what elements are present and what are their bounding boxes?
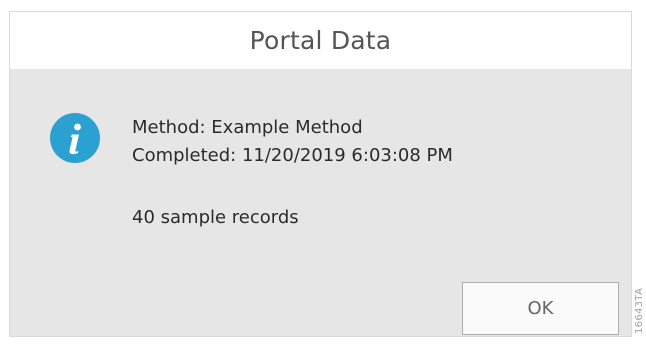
completed-line: Completed: 11/20/2019 6:03:08 PM [132, 145, 453, 166]
portal-data-dialog: Portal Data Method: Example Method Compl… [9, 11, 632, 337]
figure-id-label: 16643TA [634, 287, 645, 334]
dialog-message: Method: Example Method Completed: 11/20/… [132, 114, 453, 170]
dialog-title-bar: Portal Data [10, 12, 631, 69]
ok-button[interactable]: OK [462, 282, 619, 335]
dialog-title: Portal Data [249, 26, 392, 55]
records-count: 40 sample records [132, 207, 299, 228]
method-line: Method: Example Method [132, 117, 363, 138]
info-icon [50, 113, 100, 163]
